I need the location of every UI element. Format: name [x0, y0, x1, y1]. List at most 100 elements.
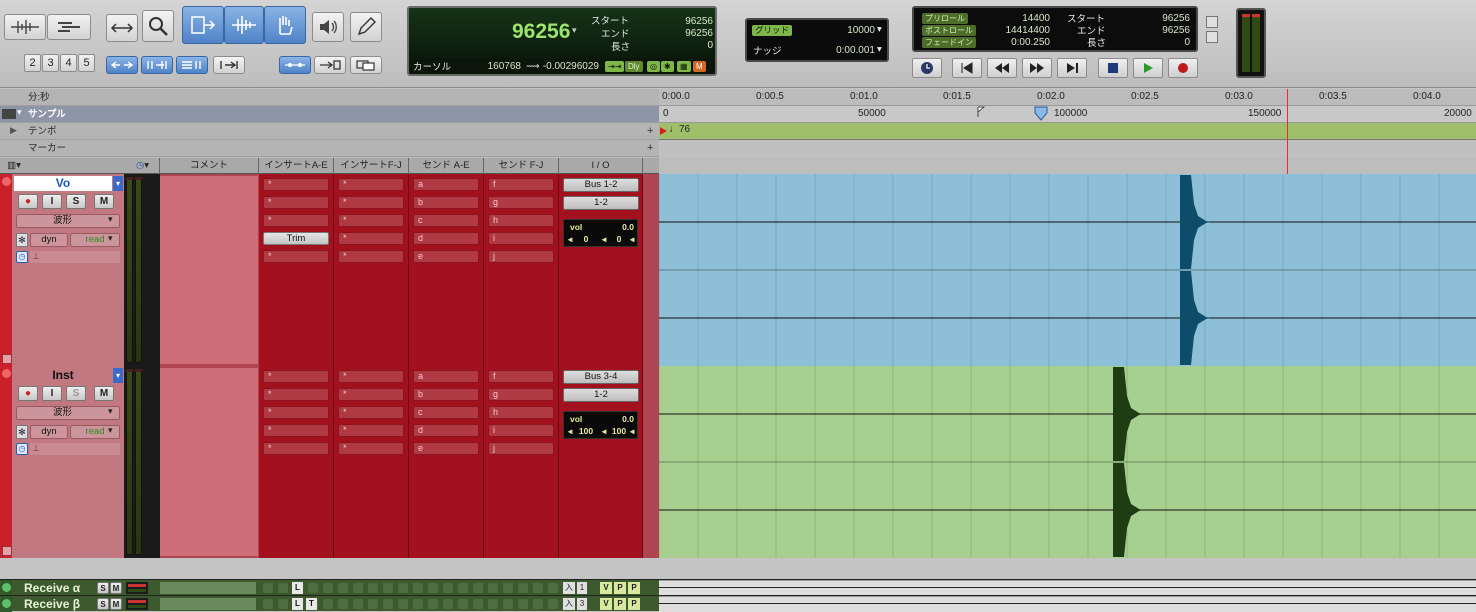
- insert-fj-slot[interactable]: *: [338, 388, 404, 401]
- insert-ae-slot[interactable]: *: [263, 196, 329, 209]
- timebase-icon[interactable]: ◷: [16, 443, 28, 455]
- receive-playlist[interactable]: [659, 596, 1476, 612]
- receive-slot[interactable]: [458, 599, 468, 609]
- online-sync-button[interactable]: [912, 58, 942, 78]
- receive-name[interactable]: Receive β: [14, 596, 94, 612]
- scrubber-tool-button[interactable]: [312, 12, 344, 42]
- keyboard-focus-button[interactable]: [350, 56, 382, 74]
- receive-slot[interactable]: [368, 599, 378, 609]
- edit-cursor-marker-icon[interactable]: [1031, 106, 1051, 122]
- zoom-midi-button[interactable]: [47, 14, 91, 40]
- track-comment[interactable]: [160, 368, 258, 556]
- receive-p1-button[interactable]: P: [614, 582, 626, 594]
- receive-slot[interactable]: [413, 583, 423, 593]
- track-color-strip[interactable]: [0, 366, 12, 558]
- tab-to-transient-button[interactable]: [106, 56, 138, 74]
- postroll-button[interactable]: ポストロール: [922, 25, 976, 36]
- receive-comment[interactable]: [160, 598, 256, 610]
- receive-slot[interactable]: [518, 583, 528, 593]
- send-ae-slot[interactable]: a: [413, 178, 479, 191]
- send-ae-slot[interactable]: c: [413, 214, 479, 227]
- insert-fj-slot[interactable]: *: [338, 250, 404, 263]
- selector-tool-button[interactable]: [224, 6, 264, 44]
- add-marker-icon[interactable]: +: [647, 142, 653, 154]
- samples-ruler-label[interactable]: サンプル: [0, 106, 659, 123]
- receive-slot[interactable]: [518, 599, 528, 609]
- insert-fj-slot[interactable]: *: [338, 214, 404, 227]
- receive-slot[interactable]: [488, 599, 498, 609]
- insert-ae-slot[interactable]: *: [263, 178, 329, 191]
- receive-p2-button[interactable]: P: [628, 582, 640, 594]
- receive-slot[interactable]: [533, 599, 543, 609]
- online-icon[interactable]: ◎: [647, 61, 660, 72]
- receive-input-number[interactable]: 3: [577, 598, 587, 610]
- track-collapse-icon[interactable]: [2, 177, 11, 186]
- receive-slot[interactable]: [353, 583, 363, 593]
- view-dropdown-icon[interactable]: ▾: [108, 406, 113, 417]
- receive-slot[interactable]: [263, 599, 273, 609]
- nudge-dropdown-icon[interactable]: ▾: [877, 44, 882, 55]
- receive-slot[interactable]: [503, 583, 513, 593]
- insert-ae-slot[interactable]: *: [263, 214, 329, 227]
- ruler-view-menu-icon[interactable]: [2, 109, 16, 119]
- length-value[interactable]: 0: [655, 40, 713, 51]
- insert-ae-slot[interactable]: *: [263, 388, 329, 401]
- playlist-lane[interactable]: [30, 251, 120, 263]
- record-arm-button[interactable]: ●: [18, 194, 38, 209]
- receive-slot[interactable]: [443, 583, 453, 593]
- dly-button[interactable]: Dly: [625, 61, 643, 72]
- stop-button[interactable]: [1098, 58, 1128, 78]
- insert-fj-slot[interactable]: *: [338, 424, 404, 437]
- preroll-button[interactable]: プリロール: [922, 13, 968, 24]
- rewind-button[interactable]: [987, 58, 1017, 78]
- receive-slot[interactable]: [383, 599, 393, 609]
- insert-ae-slot[interactable]: *: [263, 442, 329, 455]
- mute-button[interactable]: M: [94, 386, 114, 401]
- receive-slot[interactable]: [428, 583, 438, 593]
- tempo-marker-icon[interactable]: [659, 126, 669, 136]
- track-color-strip[interactable]: [0, 174, 12, 366]
- window-toggle-a[interactable]: [1206, 16, 1218, 28]
- receive-slot[interactable]: [263, 583, 273, 593]
- receive-solo-button[interactable]: S: [97, 598, 109, 610]
- send-fj-slot[interactable]: i: [488, 424, 554, 437]
- track-playlist[interactable]: [659, 366, 1476, 558]
- receive-slot[interactable]: [323, 583, 333, 593]
- receive-tag-2[interactable]: T: [306, 598, 317, 610]
- receive-slot[interactable]: [548, 583, 558, 593]
- track-playlist[interactable]: [659, 174, 1476, 366]
- receive-v-button[interactable]: V: [600, 582, 612, 594]
- solo-button[interactable]: S: [66, 386, 86, 401]
- insert-ae-slot[interactable]: *: [263, 250, 329, 263]
- send-ae-slot[interactable]: a: [413, 370, 479, 383]
- playlist-lane[interactable]: [30, 443, 120, 455]
- pan-right-value[interactable]: 0: [608, 234, 630, 244]
- end-value[interactable]: 96256: [655, 28, 713, 39]
- volume-pan-display[interactable]: vol 0.0 ◂ 100 ◂ 100 ◂: [563, 411, 638, 439]
- vol-value[interactable]: 0.0: [612, 414, 634, 424]
- insert-fj-slot[interactable]: *: [338, 406, 404, 419]
- mirror-midi-button[interactable]: [279, 56, 311, 74]
- receive-slot[interactable]: [473, 583, 483, 593]
- receive-p2-button[interactable]: P: [628, 598, 640, 610]
- receive-slot[interactable]: [338, 583, 348, 593]
- receive-comment[interactable]: [160, 582, 256, 594]
- pencil-tool-button[interactable]: [350, 12, 382, 42]
- link-track-button[interactable]: [176, 56, 208, 74]
- receive-slot[interactable]: [488, 583, 498, 593]
- nudge-value[interactable]: 0:00.001: [807, 45, 875, 56]
- zoomer-tool-button[interactable]: [142, 10, 174, 42]
- elastic-audio-icon[interactable]: ✻: [16, 425, 28, 439]
- volume-pan-display[interactable]: vol 0.0 ◂ 0 ◂ 0 ◂: [563, 219, 638, 247]
- dyn-selector[interactable]: dyn: [30, 233, 68, 247]
- insertion-follows-button[interactable]: [213, 56, 245, 74]
- zoom-preset-3[interactable]: 3: [42, 54, 59, 72]
- track-collapse-icon[interactable]: [2, 369, 11, 378]
- receive-playlist[interactable]: [659, 580, 1476, 596]
- marker-ruler[interactable]: [659, 140, 1476, 158]
- track-name-menu-icon[interactable]: ▾: [113, 176, 123, 191]
- send-ae-slot[interactable]: e: [413, 250, 479, 263]
- zoom-preset-4[interactable]: 4: [60, 54, 77, 72]
- record-arm-button[interactable]: ●: [18, 386, 38, 401]
- track-name[interactable]: Inst: [14, 368, 112, 383]
